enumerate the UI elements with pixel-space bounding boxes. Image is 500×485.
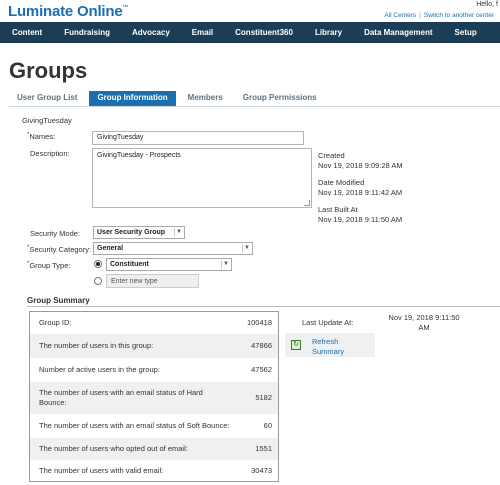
summary-row-value: 60 — [263, 421, 272, 430]
description-textarea[interactable]: GivingTuesday - Prospects — [92, 148, 312, 208]
group-type-value: Constituent — [110, 261, 149, 268]
names-label: *Names: — [27, 132, 56, 141]
page-title: Groups — [9, 58, 88, 83]
built-info: Last Built At Nov 19, 2018 9:11:50 AM — [318, 205, 402, 225]
chevron-down-icon: ▼ — [242, 244, 251, 253]
summary-row-value: 47562 — [251, 365, 272, 374]
summary-row-label: The number of users with an email status… — [39, 388, 203, 407]
table-row: The number of users in this group: 47866 — [30, 334, 278, 358]
app-logo[interactable]: Luminate Online™ — [8, 3, 129, 20]
group-type-existing-radio[interactable] — [94, 260, 102, 268]
security-category-select[interactable]: General ▼ — [93, 242, 253, 255]
table-row: Group ID: 100418 — [30, 312, 278, 334]
created-value: Nov 19, 2018 9:09:28 AM — [318, 161, 403, 170]
nav-library[interactable]: Library — [303, 28, 352, 37]
nav-email[interactable]: Email — [180, 28, 223, 37]
refresh-summary-link[interactable]: Refresh Summary — [312, 337, 362, 357]
all-centers-link[interactable]: All Centers — [384, 12, 416, 19]
summary-row-label: The number of users in this group: — [39, 341, 154, 350]
security-category-value: General — [97, 245, 124, 252]
created-label: Created — [318, 151, 345, 160]
summary-row-value: 1551 — [255, 444, 272, 453]
tab-group-permissions[interactable]: Group Permissions — [235, 91, 325, 106]
nav-data-management[interactable]: Data Management — [352, 28, 442, 37]
security-mode-select[interactable]: User Security Group ▼ — [93, 226, 185, 239]
built-value: Nov 19, 2018 9:11:50 AM — [318, 215, 403, 224]
summary-row-label: The number of users with valid email: — [39, 466, 164, 475]
chevron-down-icon: ▼ — [221, 260, 230, 269]
tab-bar: User Group List Group Information Member… — [9, 91, 329, 106]
table-row: The number of users with valid email: 30… — [30, 460, 278, 481]
table-row: The number of users with an email status… — [30, 382, 278, 414]
tab-group-information[interactable]: Group Information — [89, 91, 176, 106]
built-label: Last Built At — [318, 205, 358, 214]
nav-advocacy[interactable]: Advocacy — [120, 28, 180, 37]
created-info: Created Nov 19, 2018 9:09:28 AM — [318, 151, 403, 171]
nav-setup[interactable]: Setup — [443, 28, 487, 37]
nav-constituent360[interactable]: Constituent360 — [223, 28, 303, 37]
table-row: Number of active users in the group: 475… — [30, 358, 278, 382]
modified-value: Nov 19, 2018 9:11:42 AM — [318, 188, 403, 197]
greeting: Hello, f — [476, 1, 498, 8]
group-type-label: *Group Type: — [27, 261, 71, 270]
group-summary-title: Group Summary — [27, 296, 90, 305]
security-mode-value: User Security Group — [97, 229, 166, 236]
table-row: The number of users who opted out of ema… — [30, 438, 278, 460]
names-input[interactable]: GivingTuesday — [92, 131, 304, 145]
summary-row-value: 100418 — [246, 318, 272, 327]
summary-row-value: 30473 — [251, 466, 272, 475]
new-type-input[interactable]: Enter new type — [106, 274, 199, 288]
nav-content[interactable]: Content — [0, 28, 52, 37]
summary-row-label: Group ID: — [39, 318, 72, 327]
group-type-new-radio[interactable] — [94, 277, 102, 285]
tab-user-group-list[interactable]: User Group List — [9, 91, 85, 106]
summary-row-value: 47866 — [251, 341, 272, 350]
last-update-label: Last Update At: — [302, 318, 354, 327]
resize-handle[interactable] — [304, 200, 310, 206]
summary-row-label: The number of users with an email status… — [39, 421, 230, 430]
main-nav: Content Fundraising Advocacy Email Const… — [0, 22, 500, 43]
tab-divider — [9, 106, 500, 107]
modified-label: Date Modified — [318, 178, 365, 187]
summary-row-value: 5182 — [255, 393, 272, 402]
section-divider — [27, 306, 500, 307]
group-type-select[interactable]: Constituent ▼ — [106, 258, 232, 271]
description-label: Description: — [30, 149, 70, 158]
summary-row-label: Number of active users in the group: — [39, 365, 160, 374]
table-row: The number of users with an email status… — [30, 414, 278, 438]
top-links: All Centers | Switch to another center — [384, 12, 494, 19]
security-category-label: *Security Category: — [27, 245, 92, 254]
refresh-icon[interactable]: ↻ — [291, 340, 301, 350]
group-summary-table: Group ID: 100418 The number of users in … — [29, 311, 279, 482]
last-update-value: Nov 19, 2018 9:11:50 AM — [388, 313, 460, 332]
description-value: GivingTuesday - Prospects — [97, 152, 181, 159]
switch-center-link[interactable]: Switch to another center — [424, 12, 494, 19]
tab-members[interactable]: Members — [180, 91, 231, 106]
group-name-heading: GivingTuesday — [22, 116, 72, 125]
nav-fundraising[interactable]: Fundraising — [52, 28, 120, 37]
summary-row-label: The number of users who opted out of ema… — [39, 444, 188, 453]
security-mode-label: Security Mode: — [30, 229, 81, 238]
chevron-down-icon: ▼ — [174, 228, 183, 237]
modified-info: Date Modified Nov 19, 2018 9:11:42 AM — [318, 178, 402, 198]
